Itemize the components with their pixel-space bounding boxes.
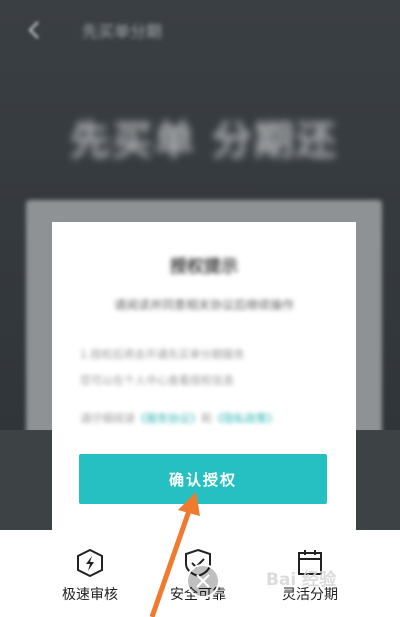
dialog-title: 授权提示 (170, 257, 238, 277)
back-arrow-icon (28, 21, 39, 39)
feature-label: 极速审核 (62, 587, 118, 603)
background-headline: 先买单 分期还 (70, 118, 338, 164)
authorization-dialog: 授权提示 请阅读并同意相关协议后继续操作 1.授权后将会开通先买单分期服务 您可… (52, 222, 356, 530)
dialog-line-3-mid: 和 (201, 412, 212, 425)
service-agreement-link[interactable]: 《服务协议》 (135, 412, 201, 425)
close-icon (196, 574, 210, 588)
feature-fast-review: 极速审核 (30, 548, 150, 604)
dialog-line-3: 请仔细阅读《服务协议》和《隐私政策》 (80, 410, 278, 426)
background-title: 先买单分期 (82, 22, 163, 41)
close-dialog-button[interactable] (186, 564, 220, 598)
dialog-line-3-prefix: 请仔细阅读 (80, 412, 135, 425)
confirm-authorize-button[interactable]: 确认授权 (79, 454, 327, 504)
dialog-line-2: 您可以在个人中心查看授权信息 (80, 374, 234, 387)
lightning-shield-icon (77, 548, 103, 578)
privacy-policy-link[interactable]: 《隐私政策》 (212, 412, 278, 425)
dialog-subtitle: 请阅读并同意相关协议后继续操作 (113, 298, 294, 312)
watermark: Bai 经验 (266, 570, 337, 590)
dialog-line-1: 1.授权后将会开通先买单分期服务 (80, 348, 245, 361)
